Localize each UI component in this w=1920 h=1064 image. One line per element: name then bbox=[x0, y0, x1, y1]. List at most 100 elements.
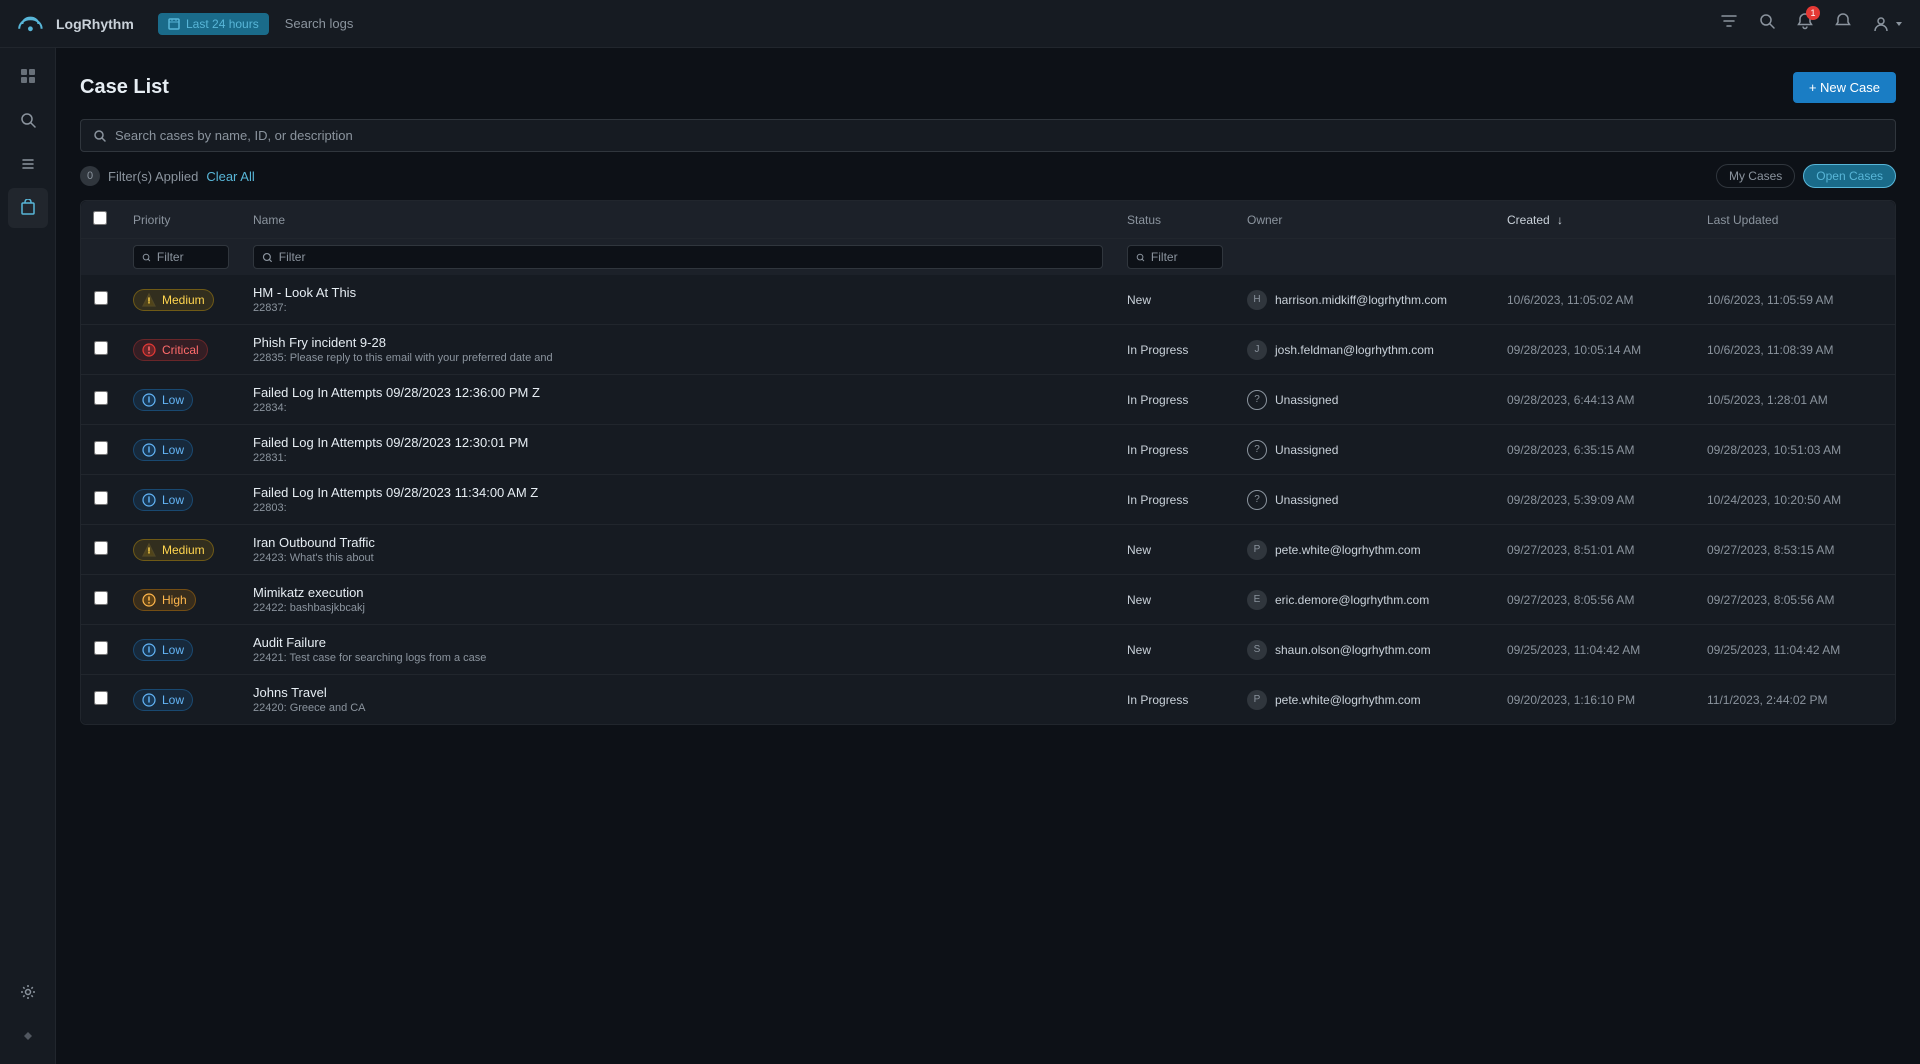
table-row[interactable]: Low Failed Log In Attempts 09/28/2023 12… bbox=[81, 425, 1895, 475]
row-checkbox[interactable] bbox=[94, 691, 108, 705]
row-name-cell[interactable]: Johns Travel 22420: Greece and CA bbox=[241, 675, 1115, 725]
row-checkbox[interactable] bbox=[94, 591, 108, 605]
row-updated-cell: 09/28/2023, 10:51:03 AM bbox=[1695, 425, 1895, 475]
row-owner-cell: Ppete.white@logrhythm.com bbox=[1235, 525, 1495, 575]
user-menu[interactable] bbox=[1872, 15, 1904, 33]
th-created[interactable]: Created ↓ bbox=[1495, 201, 1695, 239]
priority-filter-input[interactable] bbox=[157, 250, 220, 264]
sidebar-item-dashboard[interactable] bbox=[8, 56, 48, 96]
status-filter-icon bbox=[1136, 252, 1145, 263]
th-select-all[interactable] bbox=[81, 201, 121, 239]
logo[interactable]: LogRhythm bbox=[16, 12, 146, 36]
row-checkbox[interactable] bbox=[94, 291, 108, 305]
table-row[interactable]: Low Failed Log In Attempts 09/28/2023 12… bbox=[81, 375, 1895, 425]
search-icon[interactable] bbox=[1758, 12, 1776, 35]
status-badge: In Progress bbox=[1127, 443, 1188, 457]
row-checkbox-cell[interactable] bbox=[81, 625, 121, 675]
filters-icon[interactable] bbox=[1720, 12, 1738, 35]
row-checkbox-cell[interactable] bbox=[81, 325, 121, 375]
row-owner-cell: Eeric.demore@logrhythm.com bbox=[1235, 575, 1495, 625]
row-name-cell[interactable]: Failed Log In Attempts 09/28/2023 11:34:… bbox=[241, 475, 1115, 525]
status-badge: New bbox=[1127, 593, 1151, 607]
row-updated-cell: 09/27/2023, 8:53:15 AM bbox=[1695, 525, 1895, 575]
filter-applied-label: Filter(s) Applied bbox=[108, 169, 198, 184]
notification-badge: 1 bbox=[1806, 6, 1820, 20]
case-name: Failed Log In Attempts 09/28/2023 12:36:… bbox=[253, 385, 1103, 400]
row-checkbox[interactable] bbox=[94, 341, 108, 355]
table-filter-row bbox=[81, 239, 1895, 276]
row-priority-cell: Low bbox=[121, 375, 241, 425]
row-checkbox[interactable] bbox=[94, 491, 108, 505]
select-all-checkbox[interactable] bbox=[93, 211, 107, 225]
sidebar-expand[interactable] bbox=[8, 1016, 48, 1056]
row-name-cell[interactable]: Iran Outbound Traffic 22423: What's this… bbox=[241, 525, 1115, 575]
row-checkbox[interactable] bbox=[94, 391, 108, 405]
table-row[interactable]: Low Failed Log In Attempts 09/28/2023 11… bbox=[81, 475, 1895, 525]
notifications-icon[interactable]: 1 bbox=[1796, 12, 1814, 35]
row-checkbox-cell[interactable] bbox=[81, 425, 121, 475]
case-name: Failed Log In Attempts 09/28/2023 11:34:… bbox=[253, 485, 1103, 500]
priority-badge: Medium bbox=[133, 539, 214, 561]
row-checkbox-cell[interactable] bbox=[81, 375, 121, 425]
row-checkbox[interactable] bbox=[94, 441, 108, 455]
row-priority-cell: Low bbox=[121, 475, 241, 525]
row-created-cell: 09/28/2023, 10:05:14 AM bbox=[1495, 325, 1695, 375]
row-checkbox-cell[interactable] bbox=[81, 275, 121, 325]
sidebar-item-cases[interactable] bbox=[8, 188, 48, 228]
th-priority: Priority bbox=[121, 201, 241, 239]
row-checkbox-cell[interactable] bbox=[81, 675, 121, 725]
row-updated-cell: 11/1/2023, 2:44:02 PM bbox=[1695, 675, 1895, 725]
table-row[interactable]: Medium Iran Outbound Traffic 22423: What… bbox=[81, 525, 1895, 575]
case-search-input[interactable] bbox=[115, 128, 1883, 143]
alerts-icon[interactable] bbox=[1834, 12, 1852, 35]
case-name: Iran Outbound Traffic bbox=[253, 535, 1103, 550]
clear-all-link[interactable]: Clear All bbox=[206, 169, 254, 184]
my-cases-toggle[interactable]: My Cases bbox=[1716, 164, 1795, 188]
row-created-cell: 09/28/2023, 6:44:13 AM bbox=[1495, 375, 1695, 425]
case-name: Audit Failure bbox=[253, 635, 1103, 650]
name-filter-input[interactable] bbox=[279, 250, 1094, 264]
row-owner-cell: Sshaun.olson@logrhythm.com bbox=[1235, 625, 1495, 675]
row-checkbox-cell[interactable] bbox=[81, 575, 121, 625]
row-name-cell[interactable]: HM - Look At This 22837: bbox=[241, 275, 1115, 325]
row-name-cell[interactable]: Audit Failure 22421: Test case for searc… bbox=[241, 625, 1115, 675]
row-status-cell: New bbox=[1115, 625, 1235, 675]
row-status-cell: In Progress bbox=[1115, 425, 1235, 475]
sidebar-item-list[interactable] bbox=[8, 144, 48, 184]
table-row[interactable]: Low Audit Failure 22421: Test case for s… bbox=[81, 625, 1895, 675]
row-name-cell[interactable]: Phish Fry incident 9-28 22835: Please re… bbox=[241, 325, 1115, 375]
page-title: Case List bbox=[80, 76, 169, 99]
row-owner-cell: Ppete.white@logrhythm.com bbox=[1235, 675, 1495, 725]
sidebar-item-settings[interactable] bbox=[8, 972, 48, 1012]
row-checkbox-cell[interactable] bbox=[81, 475, 121, 525]
sidebar-item-search[interactable] bbox=[8, 100, 48, 140]
filter-remaining-cell bbox=[1235, 239, 1895, 276]
th-name: Name bbox=[241, 201, 1115, 239]
search-bar-icon bbox=[93, 129, 107, 143]
filter-name-cell bbox=[241, 239, 1115, 276]
table-row[interactable]: Medium HM - Look At This 22837: New Hhar… bbox=[81, 275, 1895, 325]
case-id: 22421: Test case for searching logs from… bbox=[253, 652, 1103, 664]
sidebar bbox=[0, 48, 56, 1064]
case-id: 22835: Please reply to this email with y… bbox=[253, 352, 1103, 364]
status-badge: New bbox=[1127, 293, 1151, 307]
table-row[interactable]: High Mimikatz execution 22422: bashbasjk… bbox=[81, 575, 1895, 625]
filter-count-badge: 0 bbox=[80, 166, 100, 186]
table-row[interactable]: Critical Phish Fry incident 9-28 22835: … bbox=[81, 325, 1895, 375]
row-checkbox[interactable] bbox=[94, 641, 108, 655]
row-updated-cell: 10/6/2023, 11:05:59 AM bbox=[1695, 275, 1895, 325]
table-row[interactable]: Low Johns Travel 22420: Greece and CA In… bbox=[81, 675, 1895, 725]
row-name-cell[interactable]: Mimikatz execution 22422: bashbasjkbcakj bbox=[241, 575, 1115, 625]
status-filter-input[interactable] bbox=[1151, 250, 1214, 264]
row-owner-cell: ?Unassigned bbox=[1235, 425, 1495, 475]
row-name-cell[interactable]: Failed Log In Attempts 09/28/2023 12:30:… bbox=[241, 425, 1115, 475]
open-cases-toggle[interactable]: Open Cases bbox=[1803, 164, 1896, 188]
row-checkbox-cell[interactable] bbox=[81, 525, 121, 575]
time-range-badge[interactable]: Last 24 hours bbox=[158, 13, 269, 35]
filter-right: My Cases Open Cases bbox=[1716, 164, 1896, 188]
row-name-cell[interactable]: Failed Log In Attempts 09/28/2023 12:36:… bbox=[241, 375, 1115, 425]
row-status-cell: New bbox=[1115, 525, 1235, 575]
search-logs-text[interactable]: Search logs bbox=[285, 16, 354, 31]
row-checkbox[interactable] bbox=[94, 541, 108, 555]
new-case-button[interactable]: + New Case bbox=[1793, 72, 1896, 103]
